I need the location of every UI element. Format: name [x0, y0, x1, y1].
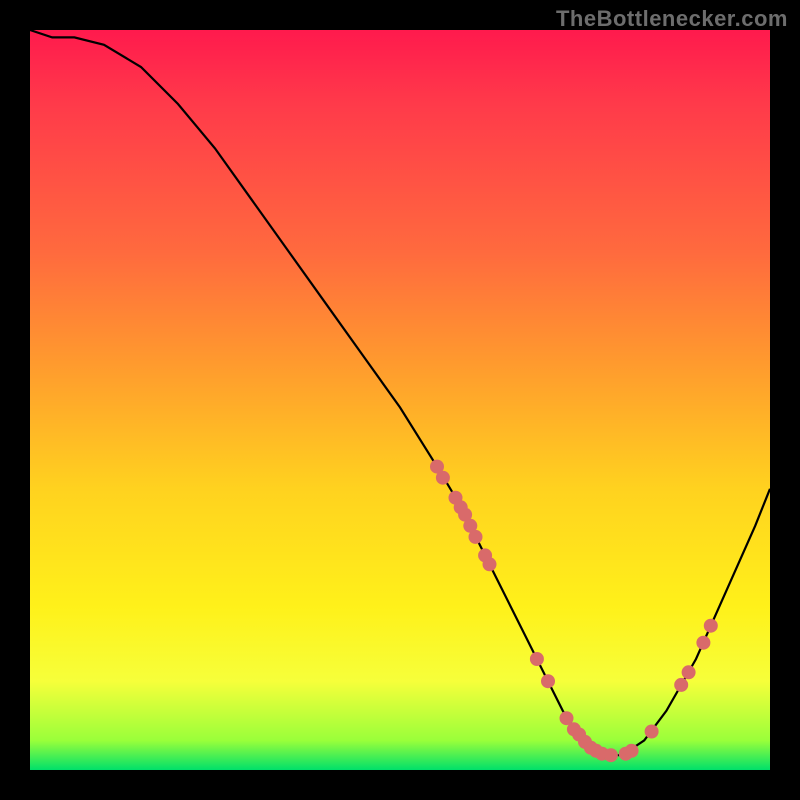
data-point-p10: [530, 652, 544, 666]
attribution-label: TheBottlenecker.com: [556, 6, 788, 32]
curve-svg: [30, 30, 770, 770]
data-point-p26: [704, 619, 718, 633]
data-point-p9: [483, 557, 497, 571]
bottleneck-curve: [30, 30, 770, 755]
scatter-points: [430, 460, 718, 763]
data-point-p21: [625, 744, 639, 758]
data-point-p24: [682, 665, 696, 679]
plot-area: [30, 30, 770, 770]
data-point-p25: [696, 636, 710, 650]
data-point-p11: [541, 674, 555, 688]
data-point-p19: [604, 748, 618, 762]
data-point-p7: [469, 530, 483, 544]
data-point-p23: [674, 678, 688, 692]
chart-stage: TheBottlenecker.com: [0, 0, 800, 800]
data-point-p22: [645, 725, 659, 739]
data-point-p2: [436, 471, 450, 485]
